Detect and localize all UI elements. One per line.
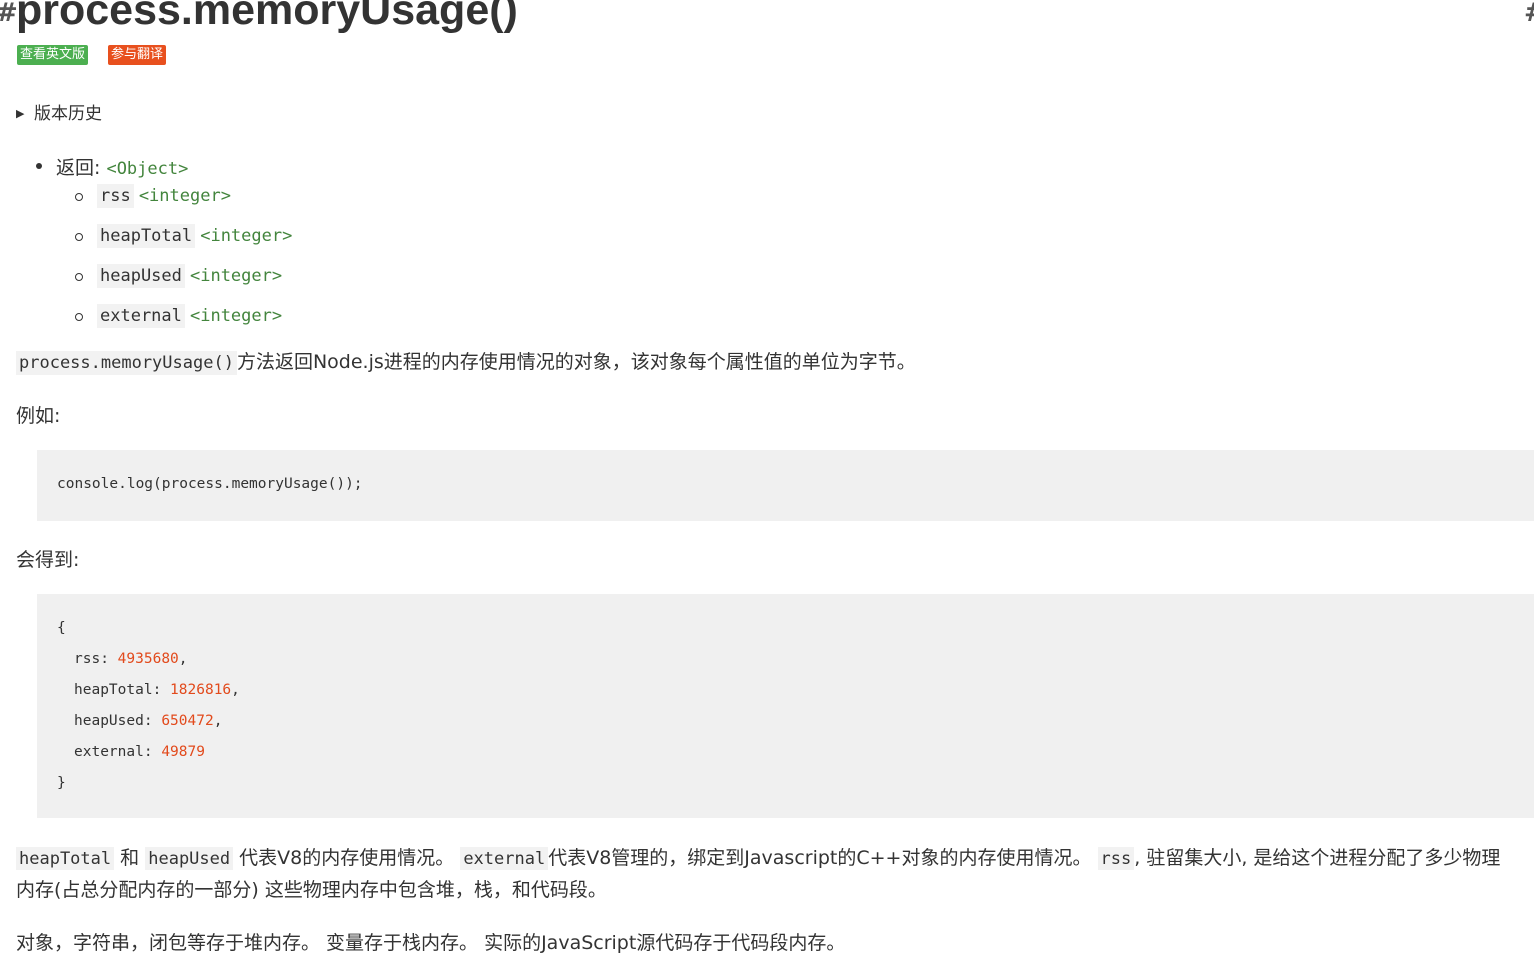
example-label: 例如: (16, 405, 61, 427)
integer-type-link[interactable]: <integer> (190, 266, 282, 286)
property-name: external (97, 304, 185, 328)
code-line: external: 49879 (74, 744, 205, 760)
code-key: heapTotal (74, 682, 153, 698)
integer-type-link[interactable]: <integer> (200, 226, 292, 246)
version-history-label: 版本历史 (34, 104, 102, 124)
inline-code: heapUsed (145, 847, 234, 870)
code-line: { (57, 620, 66, 636)
example-code-block: console.log(process.memoryUsage()); (37, 450, 1534, 521)
result-label: 会得到: (16, 549, 80, 571)
view-english-badge[interactable]: 查看英文版 (17, 45, 89, 65)
object-type-link[interactable]: <Object> (106, 159, 188, 179)
inline-code: external (460, 847, 549, 870)
triangle-right-icon: ▶ (16, 107, 25, 120)
integer-type-link[interactable]: <integer> (139, 186, 231, 206)
circle-bullet (75, 193, 83, 201)
code-line: } (57, 775, 66, 791)
explanation-line-2: 内存(占总分配内存的一部分) 这些物理内存中包含堆，栈，和代码段。 (16, 879, 607, 901)
final-note: 对象，字符串，闭包等存于堆内存。 变量存于栈内存。 实际的JavaScript源… (16, 932, 846, 954)
property-name: heapUsed (97, 264, 185, 288)
code-line: heapTotal: 1826816, (74, 682, 240, 698)
code-line: heapUsed: 650472, (74, 713, 223, 729)
code-line: rss: 4935680, (74, 651, 188, 667)
code-key: rss (74, 651, 101, 667)
description-text: 方法返回Node.js进程的内存使用情况的对象，该对象每个属性值的单位为字节。 (236, 351, 916, 373)
inline-code: process.memoryUsage() (16, 351, 237, 375)
inline-code: heapTotal (16, 847, 115, 870)
translate-badge[interactable]: 参与翻译 (108, 45, 167, 65)
code-number: 650472 (161, 713, 214, 729)
code-number: 49879 (161, 744, 205, 760)
explanation-line-1: heapTotal 和 heapUsed 代表V8的内存使用情况。 extern… (16, 843, 1534, 870)
code-line: console.log(process.memoryUsage()); (57, 476, 363, 492)
circle-bullet (75, 273, 83, 281)
property-name: rss (97, 184, 134, 208)
page-title: process.memoryUsage() (16, 0, 518, 34)
circle-bullet (75, 233, 83, 241)
returns-label: 返回: (56, 157, 101, 179)
right-anchor-mark[interactable]: # (1524, 0, 1534, 28)
inline-code: rss (1097, 847, 1135, 870)
result-code-block: { rss: 4935680, heapTotal: 1826816, heap… (37, 594, 1534, 818)
bullet-dot (36, 163, 42, 169)
code-key: external (74, 744, 144, 760)
code-key: heapUsed (74, 713, 144, 729)
circle-bullet (75, 313, 83, 321)
integer-type-link[interactable]: <integer> (190, 306, 282, 326)
method-description: process.memoryUsage() 方法返回Node.js进程的内存使用情… (16, 347, 916, 375)
code-number: 4935680 (117, 651, 179, 667)
code-number: 1826816 (170, 682, 232, 698)
property-name: heapTotal (97, 224, 196, 248)
version-history-toggle[interactable]: ▶ 版本历史 (16, 99, 102, 124)
